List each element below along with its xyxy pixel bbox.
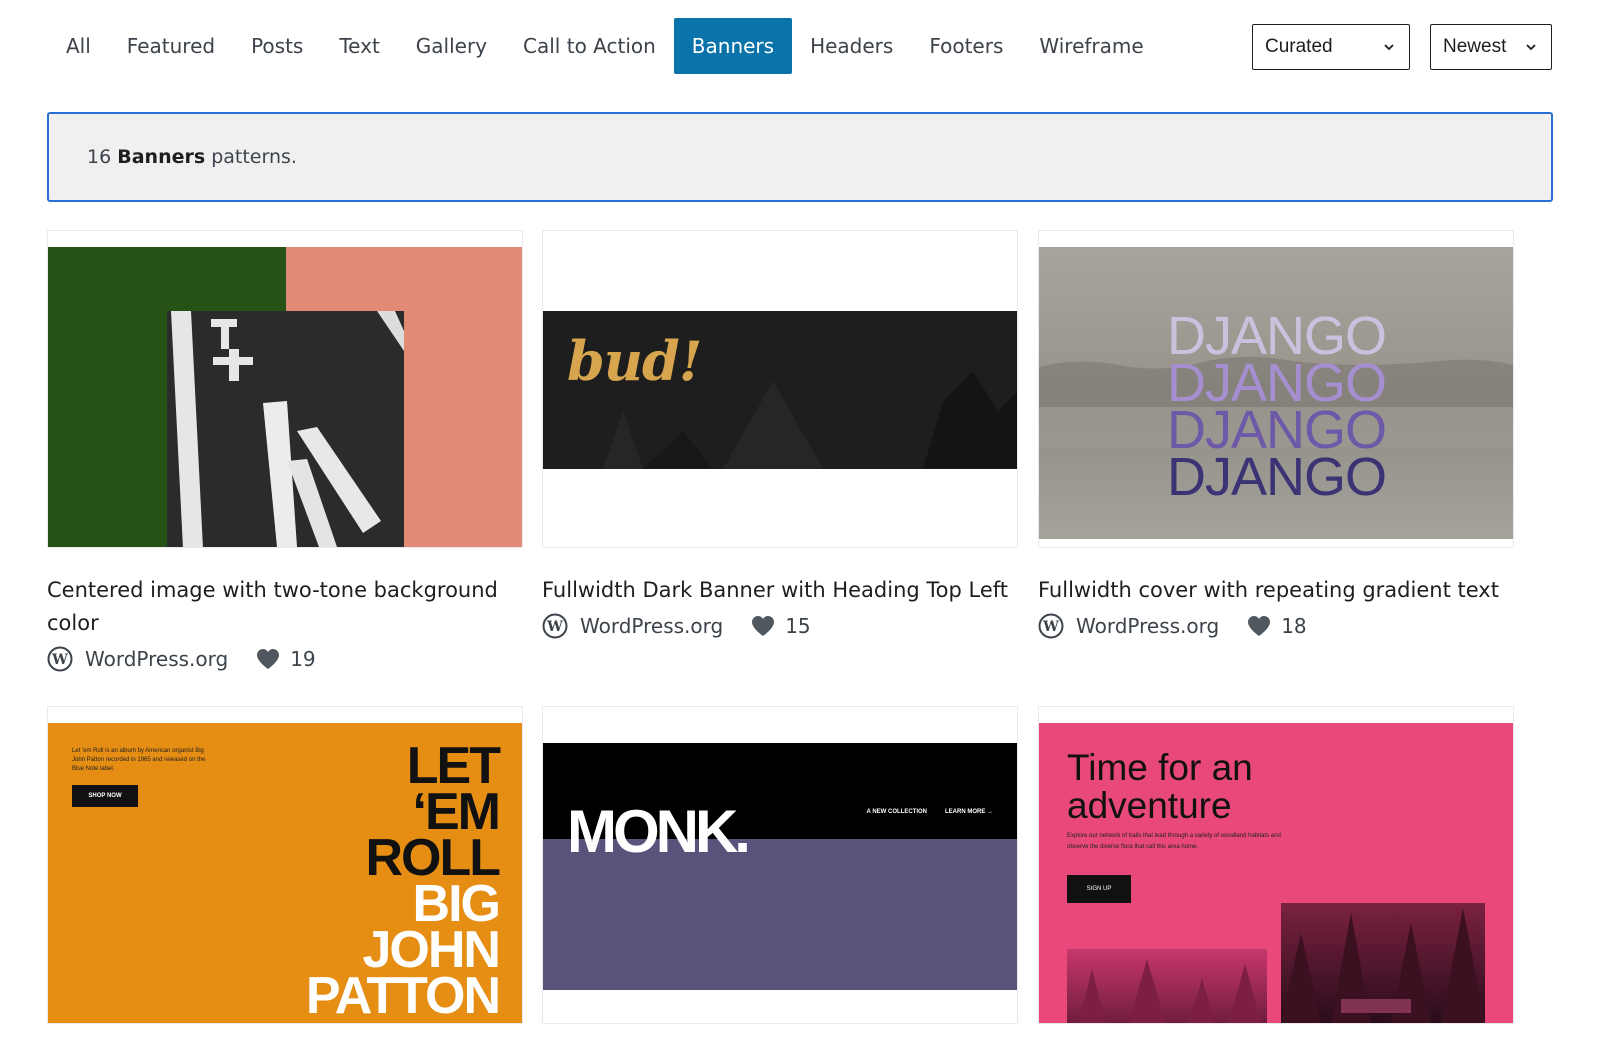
preview-django-words: DJANGO DJANGO DJANGO DJANGO [1039, 309, 1513, 507]
pattern-card: Time for an adventure Explore our networ… [1038, 706, 1514, 1024]
pattern-preview-dark-banner[interactable]: bud! [542, 230, 1018, 548]
svg-text:W: W [51, 652, 68, 668]
heart-icon[interactable] [256, 648, 280, 670]
preview-monk-link: A NEW COLLECTION [866, 809, 927, 815]
preview-lake-background: DJANGO DJANGO DJANGO DJANGO [1039, 247, 1513, 539]
preview-shop-now-button: SHOP NOW [72, 785, 138, 807]
preview-sign-up-button: SIGN UP [1067, 875, 1131, 903]
pattern-author[interactable]: WordPress.org [580, 614, 723, 638]
tab-posts[interactable]: Posts [233, 18, 321, 74]
pattern-category-nav: All Featured Posts Text Gallery Call to … [48, 18, 1552, 76]
pattern-likes: 15 [785, 614, 811, 638]
chevron-down-icon [1384, 44, 1394, 51]
pattern-title[interactable]: Fullwidth Dark Banner with Heading Top L… [542, 574, 1018, 607]
pattern-author[interactable]: WordPress.org [85, 647, 228, 671]
pattern-preview-album[interactable]: Let 'em Roll is an album by American org… [47, 706, 523, 1024]
pattern-meta: W WordPress.org 15 [542, 613, 1018, 639]
pattern-likes: 19 [290, 647, 316, 671]
preview-album-title: LET ‘EM ROLL BIG JOHN PATTON [305, 740, 501, 1024]
preview-album-blurb: Let 'em Roll is an album by American org… [72, 748, 206, 772]
tab-gallery[interactable]: Gallery [398, 18, 505, 74]
preview-monk-links: A NEW COLLECTION LEARN MORE → [867, 809, 993, 815]
svg-text:W: W [1042, 619, 1059, 635]
preview-road-photo [167, 311, 404, 547]
pattern-card: Centered image with two-tone background … [47, 230, 523, 672]
results-category: Banners [117, 146, 206, 168]
results-notice: 16 Banners patterns. [47, 112, 1553, 202]
pattern-card: bud! Fullwidth Dark Banner with Heading … [542, 230, 1018, 639]
tab-text[interactable]: Text [321, 18, 397, 74]
chevron-down-icon [1526, 44, 1536, 51]
tab-call-to-action[interactable]: Call to Action [505, 18, 674, 74]
preview-forest-photo [1281, 903, 1485, 1023]
curated-select[interactable]: Curated [1252, 24, 1410, 70]
preview-forest-photo [1067, 949, 1267, 1023]
curated-select-value: Curated [1265, 36, 1333, 57]
svg-text:W: W [546, 619, 563, 635]
preview-title-line: PATTON [305, 967, 501, 1024]
wordpress-icon: W [542, 613, 568, 639]
wordpress-icon: W [1038, 613, 1064, 639]
pattern-card: MONK. A NEW COLLECTION LEARN MORE → [542, 706, 1018, 1024]
pattern-card: DJANGO DJANGO DJANGO DJANGO Fullwidth co… [1038, 230, 1514, 639]
results-count: 16 [87, 146, 112, 168]
sort-select[interactable]: Newest [1430, 24, 1552, 70]
wordpress-icon: W [47, 646, 73, 672]
tab-all[interactable]: All [48, 18, 109, 74]
tab-featured[interactable]: Featured [109, 18, 233, 74]
preview-monk-link: LEARN MORE → [945, 809, 993, 815]
pattern-meta: W WordPress.org 18 [1038, 613, 1514, 639]
results-suffix: patterns. [211, 146, 297, 168]
heart-icon[interactable] [1247, 615, 1271, 637]
preview-bud-logo: bud! [567, 329, 702, 393]
tab-footers[interactable]: Footers [911, 18, 1021, 74]
pattern-preview-monk[interactable]: MONK. A NEW COLLECTION LEARN MORE → [542, 706, 1018, 1024]
category-tabs: All Featured Posts Text Gallery Call to … [48, 18, 1162, 74]
filter-selects: Curated Newest [1252, 24, 1552, 70]
pattern-title[interactable]: Centered image with two-tone background … [47, 574, 523, 640]
preview-adventure-title: Time for an adventure [1067, 747, 1253, 826]
preview-monk-logo: MONK. [567, 798, 751, 865]
tab-banners[interactable]: Banners [673, 18, 793, 74]
pattern-preview-adventure[interactable]: Time for an adventure Explore our networ… [1038, 706, 1514, 1024]
preview-dark-band: bud! [543, 311, 1017, 469]
preview-orange-background: Let 'em Roll is an album by American org… [48, 723, 522, 1024]
tab-wireframe[interactable]: Wireframe [1021, 18, 1161, 74]
pattern-title[interactable]: Fullwidth cover with repeating gradient … [1038, 574, 1514, 607]
pattern-preview-two-tone[interactable] [47, 230, 523, 548]
pattern-preview-gradient-text[interactable]: DJANGO DJANGO DJANGO DJANGO [1038, 230, 1514, 548]
heart-icon[interactable] [751, 615, 775, 637]
tab-headers[interactable]: Headers [792, 18, 911, 74]
preview-django-word: DJANGO [1166, 447, 1387, 507]
pattern-card: Let 'em Roll is an album by American org… [47, 706, 523, 1024]
pattern-likes: 18 [1281, 614, 1307, 638]
sort-select-value: Newest [1443, 36, 1507, 57]
preview-pink-background: Time for an adventure Explore our networ… [1039, 723, 1513, 1023]
preview-adventure-subtitle: Explore our network of trails that lead … [1067, 833, 1281, 850]
pattern-meta: W WordPress.org 19 [47, 646, 523, 672]
pattern-author[interactable]: WordPress.org [1076, 614, 1219, 638]
